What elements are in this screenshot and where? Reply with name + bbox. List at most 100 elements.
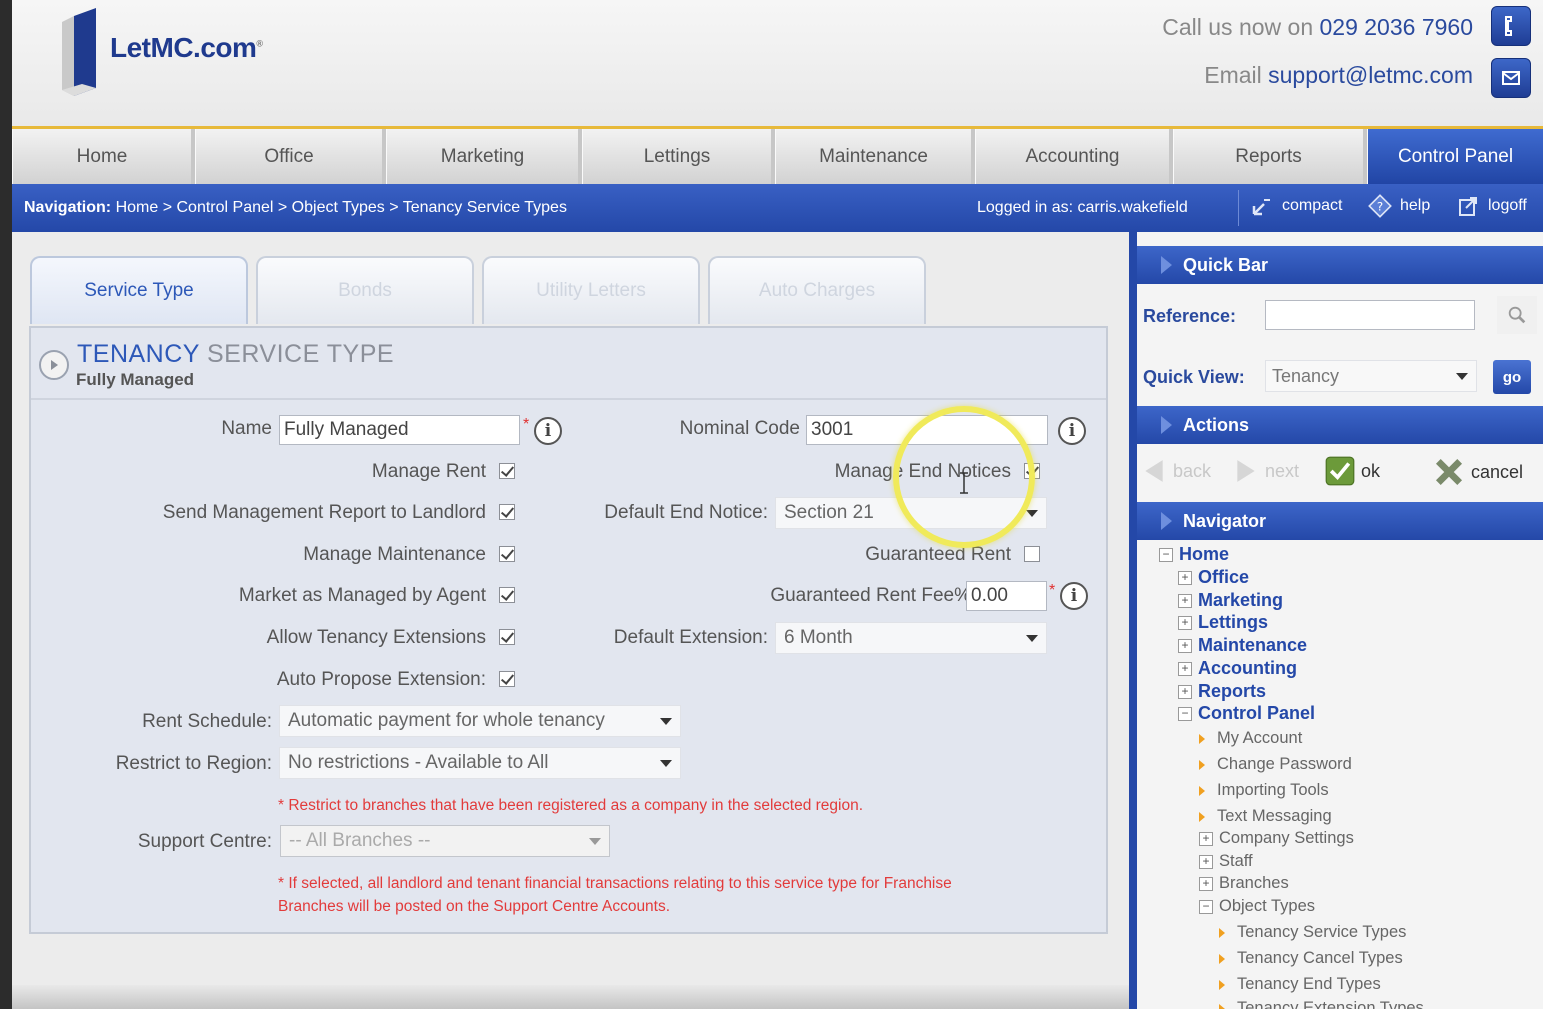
logged-in-user: Logged in as: carris.wakefield xyxy=(977,199,1188,216)
email-icon[interactable] xyxy=(1491,58,1531,98)
auto-propose-checkbox[interactable] xyxy=(499,671,515,687)
reference-label: Reference: xyxy=(1143,306,1237,326)
tree-item-object-types[interactable]: − Object Types xyxy=(1199,897,1315,916)
name-input[interactable]: Fully Managed xyxy=(279,415,520,445)
allow-extensions-checkbox[interactable] xyxy=(499,629,515,645)
back-arrow-icon xyxy=(1145,460,1163,482)
guaranteed-rent-checkbox[interactable] xyxy=(1024,546,1040,562)
reference-input[interactable] xyxy=(1265,300,1475,330)
info-icon[interactable]: i xyxy=(1060,582,1088,610)
content-panel: Service Type Bonds Utility Letters Auto … xyxy=(12,232,1129,1009)
tree-item-maintenance[interactable]: + Maintenance xyxy=(1178,635,1307,656)
expand-icon[interactable]: + xyxy=(1178,638,1192,653)
logoff-button[interactable]: logoff xyxy=(1454,192,1527,220)
expand-icon[interactable]: + xyxy=(1178,570,1192,585)
cancel-button[interactable]: cancel xyxy=(1433,456,1523,488)
collapse-icon[interactable]: − xyxy=(1178,706,1192,721)
expand-icon[interactable]: + xyxy=(1178,615,1192,630)
manage-rent-label: Manage Rent xyxy=(371,461,486,482)
tab-utility-letters[interactable]: Utility Letters xyxy=(482,256,700,324)
navigator-header[interactable]: Navigator xyxy=(1137,502,1543,540)
name-label: Name xyxy=(221,418,272,439)
tree-item-lettings[interactable]: + Lettings xyxy=(1178,612,1268,633)
support-centre-select[interactable]: -- All Branches -- xyxy=(280,825,610,857)
nav-lettings[interactable]: Lettings xyxy=(582,129,775,184)
chevron-down-icon xyxy=(660,718,672,725)
send-report-label: Send Management Report to Landlord xyxy=(162,502,486,523)
quick-bar-header[interactable]: Quick Bar xyxy=(1137,246,1543,284)
send-report-checkbox[interactable] xyxy=(499,504,515,520)
tab-service-type[interactable]: Service Type xyxy=(30,256,248,324)
info-icon[interactable]: i xyxy=(534,417,562,445)
tree-item-staff[interactable]: + Staff xyxy=(1199,852,1253,871)
nav-marketing[interactable]: Marketing xyxy=(386,129,582,184)
required-marker: * xyxy=(1049,582,1056,599)
help-button[interactable]: ? help xyxy=(1366,192,1430,220)
next-button[interactable]: next xyxy=(1233,456,1299,486)
collapse-toggle-icon[interactable] xyxy=(39,350,69,380)
tree-link-tenancy-extension-types[interactable]: Tenancy Extension Types xyxy=(1219,999,1424,1009)
restrict-region-select[interactable]: No restrictions - Available to All xyxy=(279,747,681,779)
expand-icon[interactable]: + xyxy=(1199,876,1213,891)
go-button[interactable]: go xyxy=(1493,360,1531,394)
tree-item-control-panel[interactable]: − Control Panel xyxy=(1178,703,1315,724)
phone-icon[interactable] xyxy=(1491,6,1531,46)
guaranteed-rent-fee-input[interactable]: 0.00 xyxy=(966,581,1047,611)
expand-icon[interactable]: + xyxy=(1199,831,1213,846)
collapse-icon[interactable]: − xyxy=(1159,547,1173,562)
nav-home[interactable]: Home xyxy=(12,129,195,184)
nav-reports[interactable]: Reports xyxy=(1173,129,1367,184)
allow-extensions-label: Allow Tenancy Extensions xyxy=(266,627,486,648)
tree-link-my-account[interactable]: My Account xyxy=(1199,729,1302,748)
quick-view-select[interactable]: Tenancy xyxy=(1265,360,1477,392)
back-button[interactable]: back xyxy=(1141,456,1211,486)
tab-bonds[interactable]: Bonds xyxy=(256,256,474,324)
expand-icon[interactable]: + xyxy=(1178,684,1192,699)
quick-view-label: Quick View: xyxy=(1143,367,1245,387)
collapse-icon[interactable]: − xyxy=(1199,899,1213,914)
expand-icon[interactable]: + xyxy=(1199,854,1213,869)
logo-text[interactable]: LetMC.com® xyxy=(110,32,263,64)
tree-item-marketing[interactable]: + Marketing xyxy=(1178,590,1283,611)
tree-link-text-messaging[interactable]: Text Messaging xyxy=(1199,807,1332,826)
tree-item-company-settings[interactable]: + Company Settings xyxy=(1199,829,1354,848)
tree-item-branches[interactable]: + Branches xyxy=(1199,874,1289,893)
tree-item-reports[interactable]: + Reports xyxy=(1178,681,1266,702)
actions-header[interactable]: Actions xyxy=(1137,406,1543,444)
market-managed-checkbox[interactable] xyxy=(499,587,515,603)
tree-item-accounting[interactable]: + Accounting xyxy=(1178,658,1297,679)
manage-maintenance-checkbox[interactable] xyxy=(499,546,515,562)
tree-link-importing-tools[interactable]: Importing Tools xyxy=(1199,781,1329,800)
bullet-arrow-icon xyxy=(1219,1003,1225,1009)
info-icon[interactable]: i xyxy=(1058,417,1086,445)
tab-auto-charges[interactable]: Auto Charges xyxy=(708,256,926,324)
breadcrumb-path[interactable]: Home > Control Panel > Object Types > Te… xyxy=(116,199,567,216)
tree-link-tenancy-end-types[interactable]: Tenancy End Types xyxy=(1219,975,1381,994)
logoff-icon xyxy=(1454,192,1482,220)
bullet-arrow-icon xyxy=(1219,927,1225,938)
ok-button[interactable]: ok xyxy=(1325,456,1380,486)
expand-icon[interactable]: + xyxy=(1178,661,1192,676)
tree-link-tenancy-service-types[interactable]: Tenancy Service Types xyxy=(1219,923,1406,942)
tree-item-home[interactable]: − Home xyxy=(1159,544,1229,565)
main-nav: Home Office Marketing Lettings Maintenan… xyxy=(12,126,1543,184)
compact-button[interactable]: compact xyxy=(1248,192,1342,220)
tree-link-tenancy-cancel-types[interactable]: Tenancy Cancel Types xyxy=(1219,949,1403,968)
form-header: TENANCY SERVICE TYPE Fully Managed xyxy=(31,328,1106,400)
tree-link-change-password[interactable]: Change Password xyxy=(1199,755,1352,774)
expand-icon[interactable]: + xyxy=(1178,593,1192,608)
nav-maintenance[interactable]: Maintenance xyxy=(775,129,975,184)
bullet-arrow-icon xyxy=(1199,733,1205,744)
bottom-edge xyxy=(12,985,1129,1009)
nav-accounting[interactable]: Accounting xyxy=(975,129,1173,184)
manage-rent-checkbox[interactable] xyxy=(499,463,515,479)
tree-item-office[interactable]: + Office xyxy=(1178,567,1249,588)
default-extension-select[interactable]: 6 Month xyxy=(775,622,1047,654)
nav-control-panel[interactable]: Control Panel xyxy=(1367,129,1543,184)
rent-schedule-select[interactable]: Automatic payment for whole tenancy xyxy=(279,705,681,737)
help-icon: ? xyxy=(1366,192,1394,220)
search-button[interactable] xyxy=(1497,296,1537,334)
window-edge xyxy=(0,0,12,1009)
svg-text:?: ? xyxy=(1377,199,1383,213)
nav-office[interactable]: Office xyxy=(195,129,386,184)
